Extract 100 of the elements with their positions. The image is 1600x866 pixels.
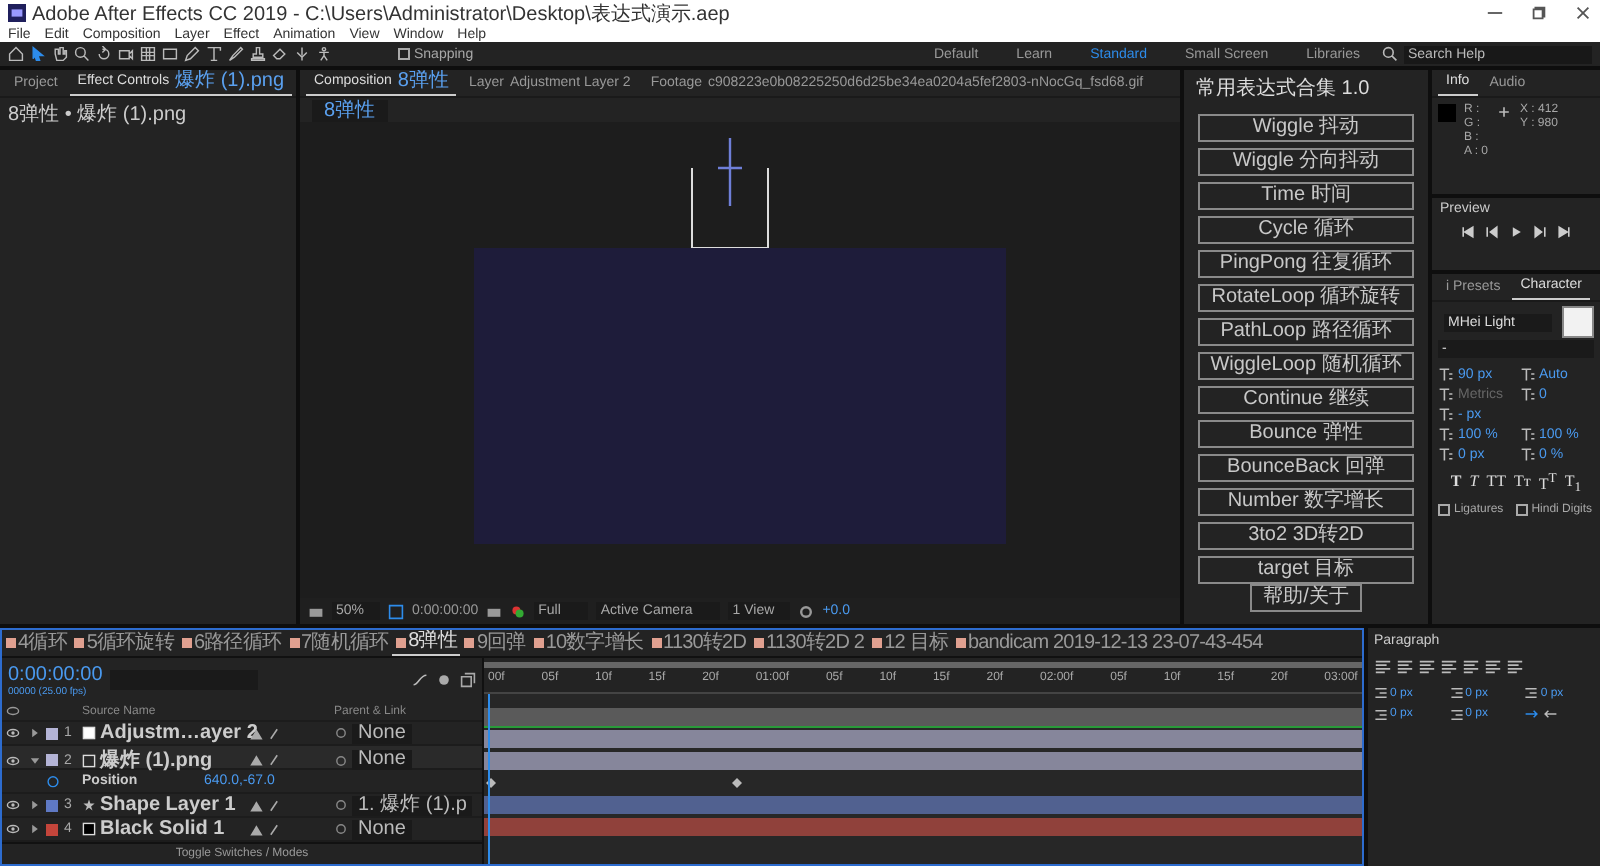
text-style-toggle[interactable]: T	[1450, 472, 1462, 496]
hand-icon[interactable]	[52, 46, 68, 63]
text-style-toggle[interactable]: TT	[1486, 472, 1506, 496]
align-left-icon[interactable]	[1374, 658, 1392, 676]
composition-tab[interactable]: 4循环	[2, 631, 71, 655]
keyframe-icon[interactable]	[732, 778, 742, 788]
expression-button[interactable]: PathLoop 路径循环	[1198, 318, 1414, 346]
justify-right-icon[interactable]	[1484, 658, 1502, 676]
close-icon[interactable]	[1574, 4, 1592, 22]
justify-center-icon[interactable]	[1462, 658, 1480, 676]
justify-left-icon[interactable]	[1440, 658, 1458, 676]
indent-icon	[1449, 686, 1464, 700]
expression-button[interactable]: target 目标	[1198, 556, 1414, 584]
expression-button[interactable]: RotateLoop 循环旋转	[1198, 284, 1414, 312]
twirl-arrow-icon[interactable]	[28, 726, 42, 740]
channel-icon[interactable]	[510, 603, 527, 619]
adjustment-layer-icon	[82, 726, 96, 740]
stamp-icon[interactable]	[250, 46, 266, 63]
expression-button[interactable]: Continue 继续	[1198, 386, 1414, 414]
eraser-icon[interactable]	[272, 46, 288, 63]
play-icon[interactable]	[1508, 224, 1524, 240]
timecode-display[interactable]: 0:00:00:00	[8, 663, 103, 685]
visibility-icon[interactable]	[6, 726, 20, 740]
composition-tab[interactable]: 5循环旋转	[70, 631, 178, 655]
align-center-icon[interactable]	[1396, 658, 1414, 676]
expression-button[interactable]: Bounce 弹性	[1198, 420, 1414, 448]
fill-stroke-swatch[interactable]	[1562, 306, 1594, 338]
selection-arrow-icon[interactable]	[30, 46, 46, 63]
parent-dropdown[interactable]: None	[352, 723, 412, 743]
solid-layer-icon	[82, 822, 96, 836]
parent-dropdown[interactable]: 1. 爆炸 (1).p	[352, 795, 473, 815]
label-color-swatch[interactable]	[46, 823, 58, 835]
first-frame-icon[interactable]	[1460, 224, 1476, 240]
expression-button[interactable]: Wiggle 抖动	[1198, 114, 1414, 142]
color-swatch	[1438, 104, 1456, 122]
text-style-toggle[interactable]: Tт	[1514, 472, 1531, 496]
expression-button[interactable]: PingPong 往复循环	[1198, 250, 1414, 278]
visibility-icon[interactable]	[6, 753, 20, 767]
label-color-swatch[interactable]	[46, 754, 58, 766]
zoom-icon[interactable]	[74, 46, 90, 63]
expression-button[interactable]: Cycle 循环	[1198, 216, 1414, 244]
rectangle-icon[interactable]	[162, 46, 178, 63]
expression-button[interactable]: 3to2 3D转2D	[1198, 522, 1414, 550]
visibility-icon[interactable]	[6, 822, 20, 836]
expression-button[interactable]: WiggleLoop 随机循环	[1198, 352, 1414, 380]
parent-dropdown[interactable]: None	[352, 819, 412, 839]
text-style-toggle[interactable]: T	[1469, 472, 1479, 496]
last-frame-icon[interactable]	[1556, 224, 1572, 240]
composition-tab[interactable]: 7随机循环	[285, 631, 393, 655]
expression-button[interactable]: Time 时间	[1198, 182, 1414, 210]
label-color-swatch[interactable]	[46, 727, 58, 739]
app-logo-icon	[8, 4, 26, 22]
composition-breadcrumb[interactable]: 8弹性	[312, 99, 388, 121]
composition-tab[interactable]: bandicam 2019-12-13 23-07-43-454	[951, 631, 1267, 655]
grid-icon[interactable]	[140, 46, 156, 63]
home-icon[interactable]	[8, 46, 24, 63]
twirl-arrow-icon[interactable]	[28, 753, 42, 767]
pen-icon[interactable]	[184, 46, 200, 63]
ligatures-checkbox[interactable]	[1438, 503, 1450, 516]
stopwatch-icon[interactable]	[46, 774, 60, 788]
text-icon[interactable]	[206, 46, 222, 63]
composition-tab[interactable]: 8弹性	[392, 630, 461, 656]
layer-name[interactable]: Black Solid 1	[100, 818, 225, 840]
twirl-arrow-icon[interactable]	[28, 822, 42, 836]
composition-tab[interactable]: 6路径循环	[177, 631, 285, 655]
label-color-swatch[interactable]	[46, 799, 58, 811]
composition-tab[interactable]: 10数字增长	[529, 631, 648, 655]
composition-tab[interactable]: 9回弹	[460, 631, 530, 655]
parent-dropdown[interactable]: None	[352, 750, 412, 770]
previous-frame-icon[interactable]	[1484, 224, 1500, 240]
visibility-icon	[6, 704, 20, 718]
twirl-arrow-icon[interactable]	[28, 798, 42, 812]
layer-name[interactable]: 爆炸 (1).png	[100, 746, 213, 774]
snapping-checkbox[interactable]	[398, 48, 410, 61]
composition-tab[interactable]: 1130转2D	[647, 631, 751, 655]
next-frame-icon[interactable]	[1532, 224, 1548, 240]
frame-blending-icon[interactable]	[460, 672, 476, 688]
brush-icon[interactable]	[228, 46, 244, 63]
expression-button[interactable]: BounceBack 回弹	[1198, 454, 1414, 482]
restore-icon[interactable]	[1530, 4, 1548, 22]
graph-editor-icon[interactable]	[412, 672, 428, 688]
rotate-icon[interactable]	[96, 46, 112, 63]
motion-blur-icon[interactable]	[436, 672, 452, 688]
expression-button[interactable]: Number 数字增长	[1198, 488, 1414, 516]
text-style-toggle[interactable]: T$^{T}$	[1538, 472, 1557, 496]
composition-tab[interactable]: 1130转2D 2	[750, 631, 869, 655]
visibility-icon[interactable]	[6, 798, 20, 812]
indent-icon	[1524, 686, 1539, 700]
composition-tab[interactable]: 12 目标	[868, 631, 952, 655]
image-file-icon	[82, 753, 96, 767]
align-right-icon[interactable]	[1418, 658, 1436, 676]
expression-button[interactable]: Wiggle 分向抖动	[1198, 148, 1414, 176]
region-icon[interactable]	[388, 603, 405, 619]
layer-name[interactable]: Shape Layer 1	[100, 794, 236, 816]
justify-all-icon[interactable]	[1506, 658, 1524, 676]
puppet-icon[interactable]	[316, 46, 332, 63]
panel-title: 常用表达式合集 1.0	[1194, 75, 1370, 102]
help-about-button[interactable]: 帮助/关于	[1250, 584, 1362, 612]
text-style-toggle[interactable]: T$_{1}$	[1564, 472, 1582, 496]
hindi-digits-checkbox[interactable]	[1515, 503, 1528, 516]
